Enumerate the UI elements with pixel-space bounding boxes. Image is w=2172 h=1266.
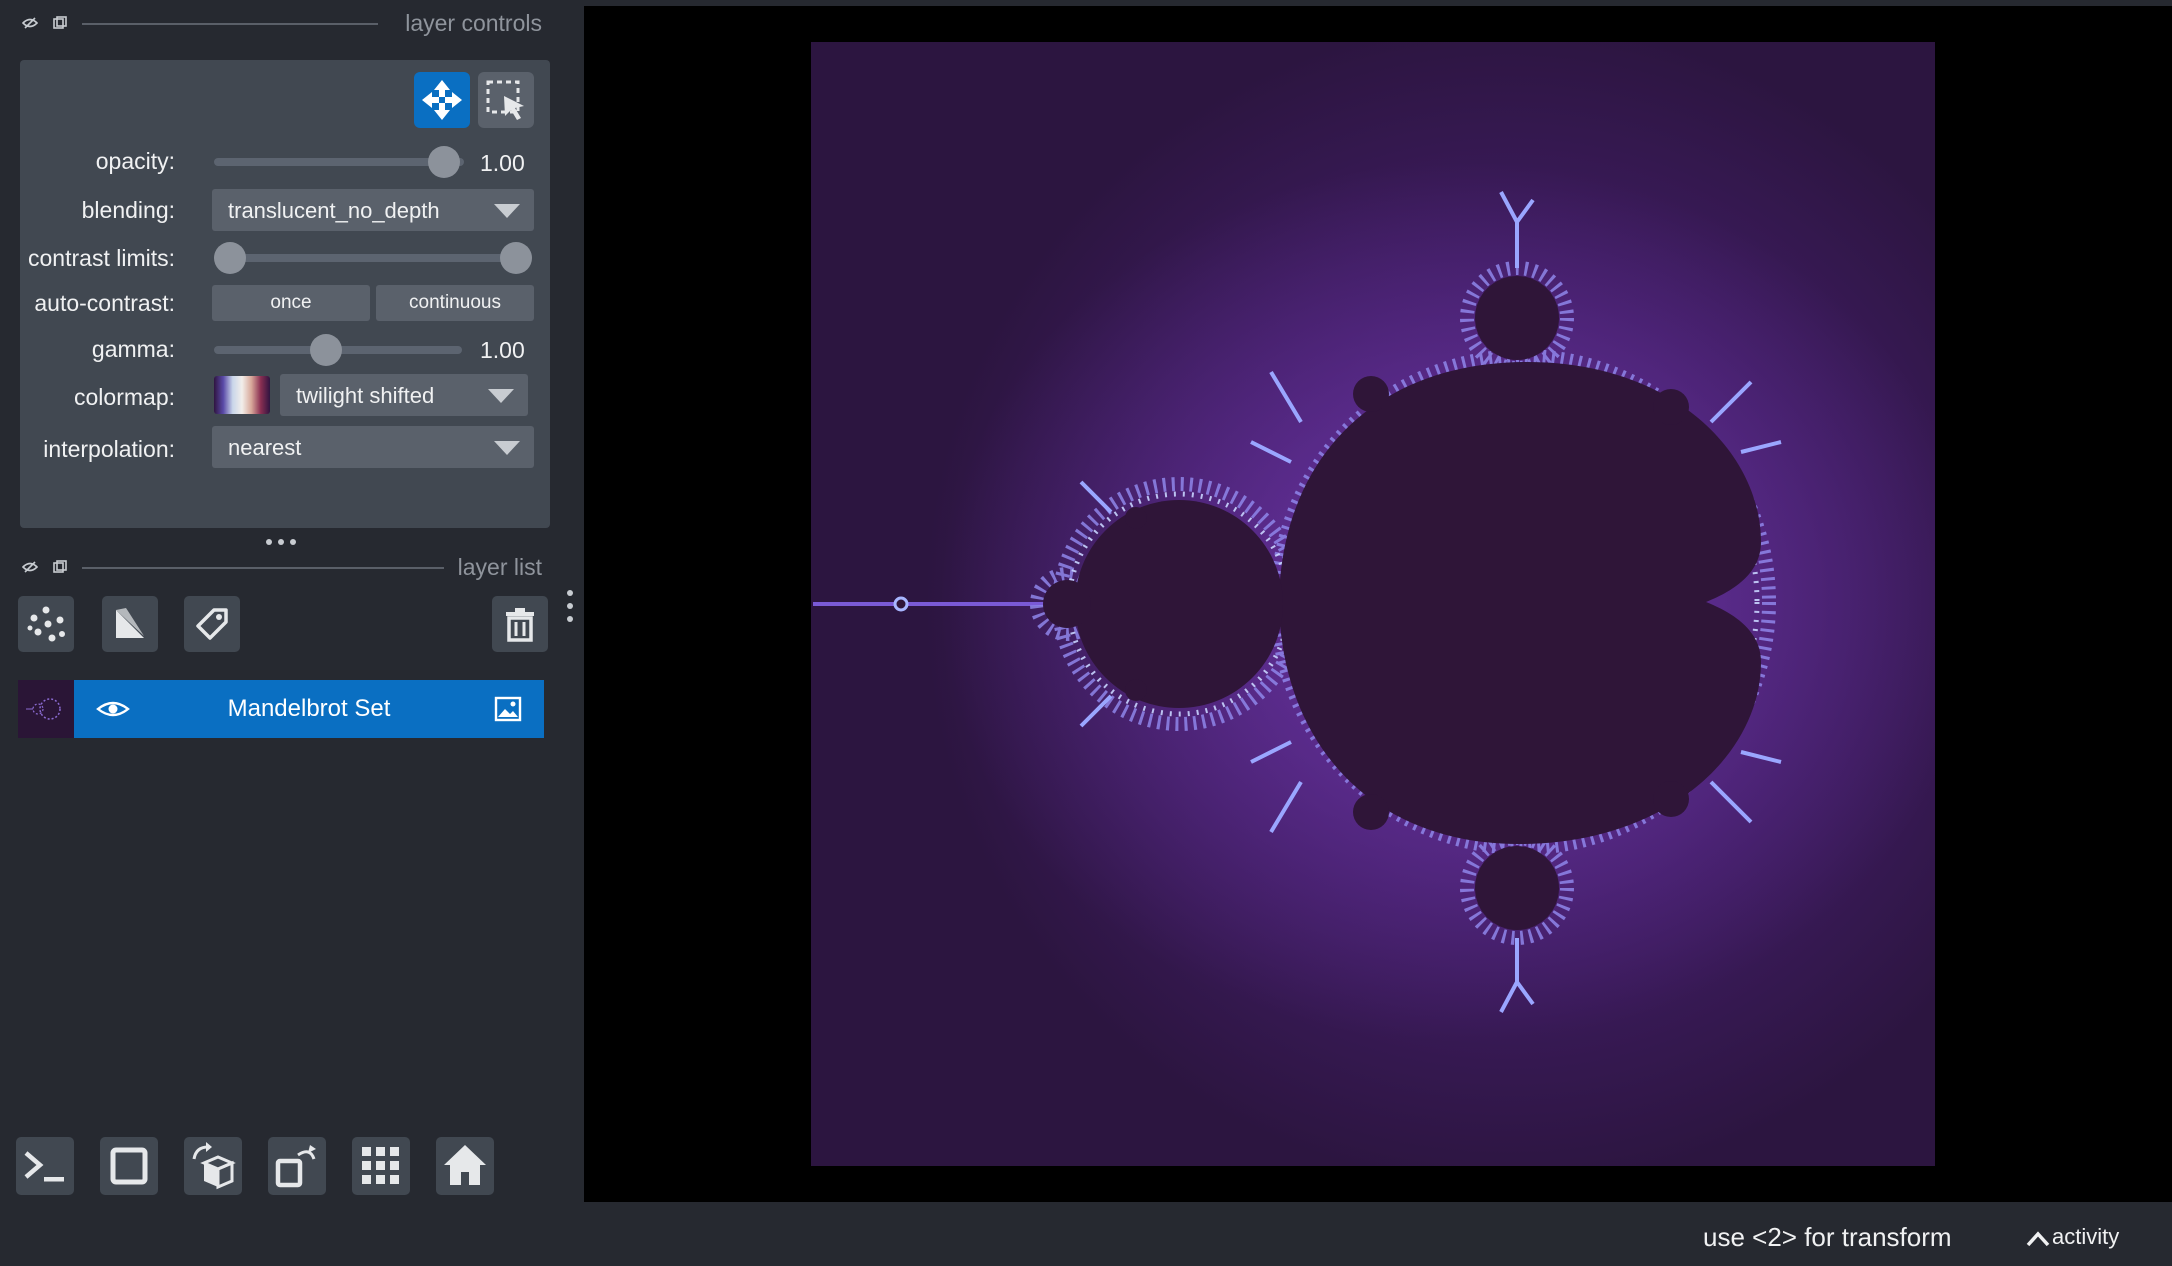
- delete-layer-button[interactable]: [492, 596, 548, 652]
- panel-splitter-handle[interactable]: [264, 536, 298, 548]
- opacity-slider-handle[interactable]: [428, 146, 460, 178]
- auto-contrast-label: auto-contrast:: [34, 290, 175, 316]
- terminal-icon: [24, 1151, 64, 1182]
- layer-controls-title: layer controls: [405, 10, 542, 36]
- chevron-down-icon: [494, 441, 520, 455]
- contrast-low-handle[interactable]: [214, 242, 246, 274]
- hide-eye-icon[interactable]: [22, 15, 38, 31]
- opacity-slider[interactable]: [214, 158, 464, 166]
- roll-dimensions-button[interactable]: [184, 1137, 242, 1195]
- points-icon: [27, 606, 65, 642]
- colormap-value: twilight shifted: [296, 383, 435, 408]
- trash-icon: [506, 608, 534, 642]
- colormap-label: colormap:: [74, 384, 175, 410]
- layer-thumbnail: [18, 680, 74, 738]
- contrast-high-handle[interactable]: [500, 242, 532, 274]
- console-button[interactable]: [16, 1137, 74, 1195]
- auto-contrast-once-button[interactable]: once: [212, 285, 370, 321]
- blending-label: blending:: [81, 197, 175, 223]
- chevron-down-icon: [488, 389, 514, 403]
- activity-button[interactable]: activity: [2052, 1224, 2119, 1250]
- layer-controls-header: layer controls: [18, 8, 542, 38]
- move-arrows-icon: [422, 80, 462, 120]
- dock-splitter-handle[interactable]: [564, 588, 576, 624]
- blending-value: translucent_no_depth: [228, 198, 440, 223]
- opacity-label: opacity:: [95, 148, 175, 174]
- layer-list-item[interactable]: Mandelbrot Set: [18, 680, 544, 738]
- select-cursor-icon: [486, 80, 524, 120]
- header-rule: [82, 23, 378, 25]
- viewer-canvas[interactable]: [584, 6, 2172, 1202]
- rotate-cube-icon: [192, 1142, 236, 1190]
- status-message: use <2> for transform: [1703, 1222, 1952, 1252]
- layer-name[interactable]: Mandelbrot Set: [74, 695, 544, 723]
- layer-controls-panel: opacity: 1.00 blending: translucent_no_d…: [20, 60, 550, 528]
- float-window-icon[interactable]: [52, 559, 68, 575]
- grid-view-button[interactable]: [352, 1137, 410, 1195]
- image-icon: [494, 696, 522, 722]
- reset-view-button[interactable]: [436, 1137, 494, 1195]
- contrast-limits-label: contrast limits:: [28, 245, 175, 271]
- layer-list-header: layer list: [18, 552, 542, 582]
- gamma-label: gamma:: [91, 336, 175, 362]
- mandelbrot-thumbnail-icon: [26, 698, 61, 720]
- colormap-swatch: [214, 376, 270, 414]
- blending-dropdown[interactable]: translucent_no_depth: [212, 189, 534, 231]
- new-shapes-layer-button[interactable]: [102, 596, 158, 652]
- shapes-icon: [116, 608, 144, 638]
- ndisplay-toggle-button[interactable]: [100, 1137, 158, 1195]
- new-points-layer-button[interactable]: [18, 596, 74, 652]
- home-icon: [444, 1145, 486, 1185]
- transpose-icon: [275, 1145, 316, 1188]
- gamma-value: 1.00: [480, 337, 525, 363]
- pan-zoom-button[interactable]: [414, 72, 470, 128]
- new-labels-layer-button[interactable]: [184, 596, 240, 652]
- interpolation-label: interpolation:: [43, 436, 175, 462]
- contrast-limits-slider[interactable]: [228, 254, 526, 262]
- interpolation-value: nearest: [228, 435, 302, 460]
- gamma-slider-handle[interactable]: [310, 334, 342, 366]
- tag-icon: [196, 608, 228, 640]
- transform-button[interactable]: [478, 72, 534, 128]
- grid-icon: [362, 1147, 399, 1184]
- float-window-icon[interactable]: [52, 15, 68, 31]
- mandelbrot-image: [811, 42, 1935, 1166]
- auto-contrast-continuous-button[interactable]: continuous: [376, 285, 534, 321]
- layer-row-body[interactable]: Mandelbrot Set: [74, 680, 544, 738]
- interpolation-dropdown[interactable]: nearest: [212, 426, 534, 468]
- chevron-up-icon[interactable]: [2026, 1230, 2050, 1248]
- chevron-down-icon: [494, 204, 520, 218]
- opacity-value: 1.00: [480, 150, 525, 176]
- transpose-dimensions-button[interactable]: [268, 1137, 326, 1195]
- hide-eye-icon[interactable]: [22, 559, 38, 575]
- square-icon: [110, 1147, 148, 1185]
- layer-list-title: layer list: [457, 554, 542, 580]
- colormap-dropdown[interactable]: twilight shifted: [280, 374, 528, 416]
- header-rule: [82, 567, 444, 569]
